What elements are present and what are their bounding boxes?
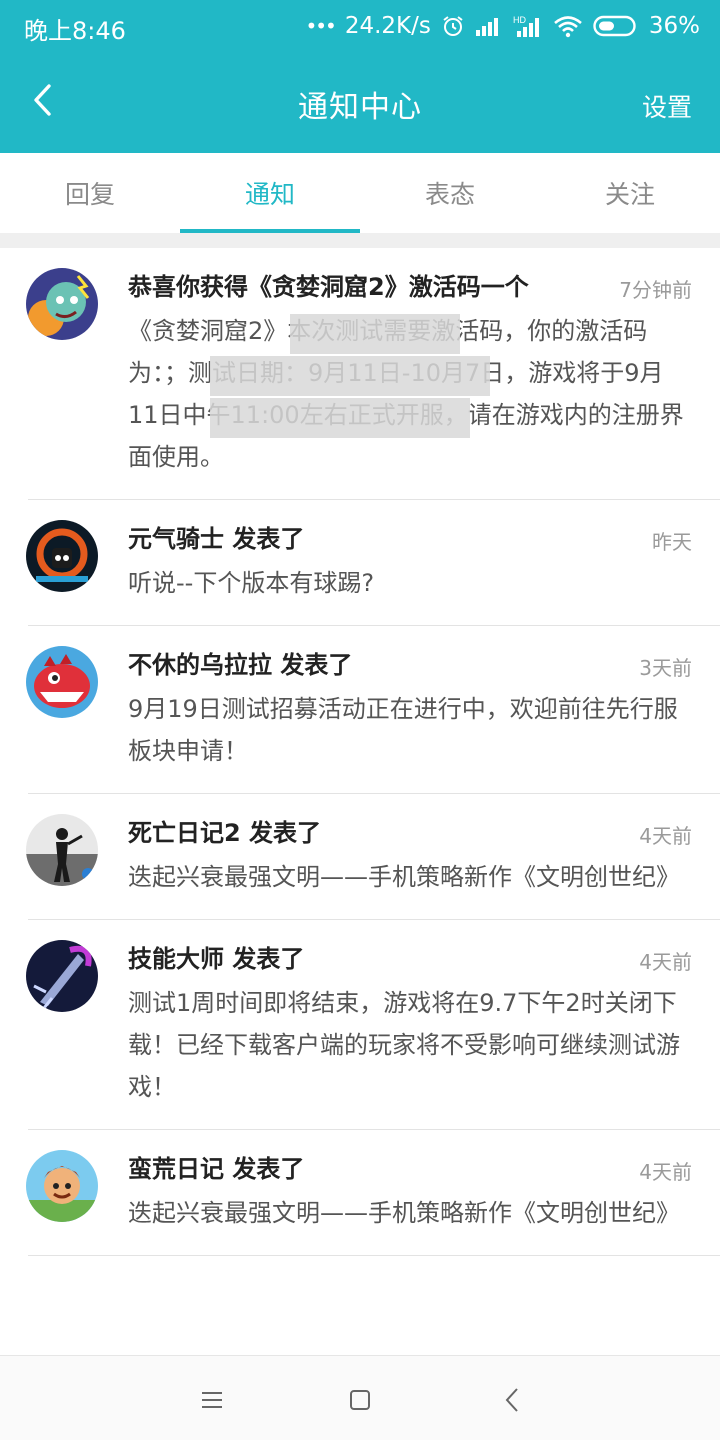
battery-percent: 36% [648, 13, 700, 39]
item-title: 不休的乌拉拉 发表了 [128, 651, 353, 679]
item-body: 迭起兴衰最强文明——手机策略新作《文明创世纪》 [128, 1199, 680, 1227]
menu-icon [202, 1392, 222, 1408]
avatar-death-diary-icon [26, 814, 98, 886]
item-body: 迭起兴衰最强文明——手机策略新作《文明创世纪》 [128, 863, 680, 891]
wifi-icon [553, 14, 583, 38]
avatar-soul-knight-icon [26, 520, 98, 592]
tab-label: 通知 [244, 180, 295, 209]
avatar[interactable] [26, 646, 98, 718]
tab-label: 表态 [424, 180, 475, 209]
back-icon [505, 1388, 518, 1412]
network-speed: 24.2K/s [344, 13, 431, 39]
item-title: 元气骑士 发表了 [128, 525, 305, 553]
tab-follow[interactable]: 关注 [540, 153, 720, 233]
battery-icon [593, 14, 639, 38]
list-item[interactable]: 元气骑士 发表了 昨天 听说--下个版本有球踢? [0, 500, 720, 626]
item-time: 4天前 [639, 824, 692, 848]
redaction-blur [210, 398, 470, 438]
list-item[interactable]: 死亡日记2 发表了 4天前 迭起兴衰最强文明——手机策略新作《文明创世纪》 [0, 794, 720, 920]
avatar[interactable] [26, 940, 98, 1012]
item-time: 昨天 [652, 530, 692, 554]
avatar-greedy-cave-icon [26, 268, 98, 340]
redaction-blur [290, 314, 460, 354]
tab-label: 关注 [604, 180, 655, 209]
tab-reaction[interactable]: 表态 [360, 153, 540, 233]
item-body: 9月19日测试招募活动正在进行中，欢迎前往先行服板块申请！ [128, 695, 678, 765]
home-icon [350, 1390, 370, 1410]
item-title: 技能大师 发表了 [128, 945, 305, 973]
list-item[interactable]: 技能大师 发表了 4天前 测试1周时间即将结束，游戏将在9.7下午2时关闭下载！… [0, 920, 720, 1130]
menu-button[interactable] [190, 1382, 234, 1418]
tab-label: 回复 [64, 180, 115, 209]
item-title: 蛮荒日记 发表了 [128, 1155, 305, 1183]
avatar[interactable] [26, 268, 98, 340]
notification-list: 恭喜你获得《贪婪洞窟2》激活码一个 7分钟前 《贪婪洞窟2》本次测试需要激活码，… [0, 248, 720, 1256]
item-title: 恭喜你获得《贪婪洞窟2》激活码一个 [128, 273, 529, 301]
item-time: 7分钟前 [619, 278, 692, 302]
list-item[interactable]: 恭喜你获得《贪婪洞窟2》激活码一个 7分钟前 《贪婪洞窟2》本次测试需要激活码，… [0, 248, 720, 500]
tab-notice[interactable]: 通知 [180, 153, 360, 233]
avatar-skill-master-icon [26, 940, 98, 1012]
section-gap [0, 233, 720, 248]
signal-icon [475, 15, 503, 37]
alarm-icon [441, 14, 465, 38]
svg-text:HD: HD [513, 15, 526, 25]
settings-button[interactable]: 设置 [642, 88, 692, 124]
status-time: 晚上8:46 [24, 17, 126, 45]
system-back-button[interactable] [490, 1382, 534, 1418]
status-dots: ••• [305, 14, 336, 38]
status-bar: 晚上8:46 ••• 24.2K/s HD 36% [0, 0, 720, 52]
avatar[interactable] [26, 1150, 98, 1222]
avatar[interactable] [26, 814, 98, 886]
system-nav-bar [0, 1355, 720, 1440]
item-time: 4天前 [639, 1160, 692, 1184]
hd-signal-icon: HD [513, 14, 543, 38]
item-body: 测试1周时间即将结束，游戏将在9.7下午2时关闭下载！已经下载客户端的玩家将不受… [128, 989, 680, 1101]
app-header: 晚上8:46 ••• 24.2K/s HD 36% 通知中心 设置 [0, 0, 720, 153]
nav-bar: 通知中心 设置 [0, 52, 720, 153]
home-button[interactable] [338, 1382, 382, 1418]
item-time: 3天前 [639, 656, 692, 680]
avatar-ulala-icon [26, 646, 98, 718]
item-title: 死亡日记2 发表了 [128, 819, 322, 847]
redaction-blur [210, 356, 490, 396]
item-time: 4天前 [639, 950, 692, 974]
page-title: 通知中心 [298, 90, 422, 125]
tab-reply[interactable]: 回复 [0, 153, 180, 233]
avatar-wild-diary-icon [26, 1150, 98, 1222]
avatar[interactable] [26, 520, 98, 592]
status-icons: ••• 24.2K/s HD 36% [305, 10, 700, 42]
tab-bar: 回复 通知 表态 关注 [0, 153, 720, 233]
item-body: 听说--下个版本有球踢? [128, 569, 375, 597]
list-item[interactable]: 不休的乌拉拉 发表了 3天前 9月19日测试招募活动正在进行中，欢迎前往先行服板… [0, 626, 720, 794]
list-item[interactable]: 蛮荒日记 发表了 4天前 迭起兴衰最强文明——手机策略新作《文明创世纪》 [0, 1130, 720, 1256]
